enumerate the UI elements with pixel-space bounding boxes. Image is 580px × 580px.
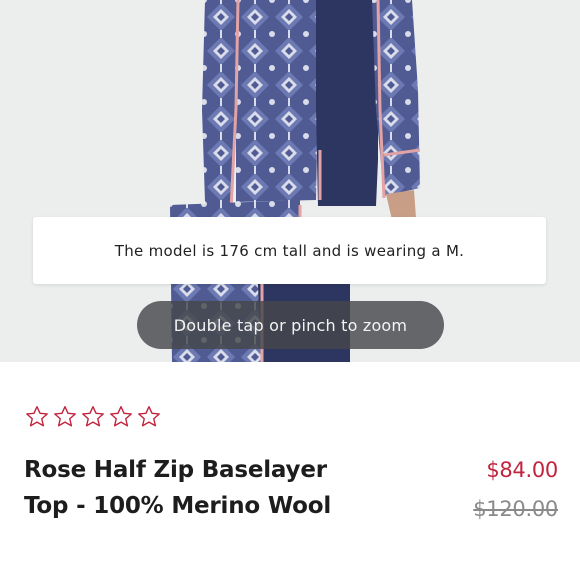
star-outline-icon xyxy=(138,406,160,427)
original-price: $120.00 xyxy=(473,497,558,521)
star-rating[interactable] xyxy=(24,404,162,432)
star-outline-icon xyxy=(110,406,132,427)
star-outline-icon xyxy=(82,406,104,427)
product-title: Rose Half Zip Baselayer Top - 100% Merin… xyxy=(24,457,332,519)
star-outline-icon xyxy=(54,406,76,427)
star-outline-icon xyxy=(26,406,48,427)
zoom-hint-toast: Double tap or pinch to zoom xyxy=(137,301,444,349)
model-size-note: The model is 176 cm tall and is wearing … xyxy=(33,217,546,284)
sale-price: $84.00 xyxy=(486,458,558,482)
product-image[interactable]: The model is 176 cm tall and is wearing … xyxy=(0,0,580,362)
